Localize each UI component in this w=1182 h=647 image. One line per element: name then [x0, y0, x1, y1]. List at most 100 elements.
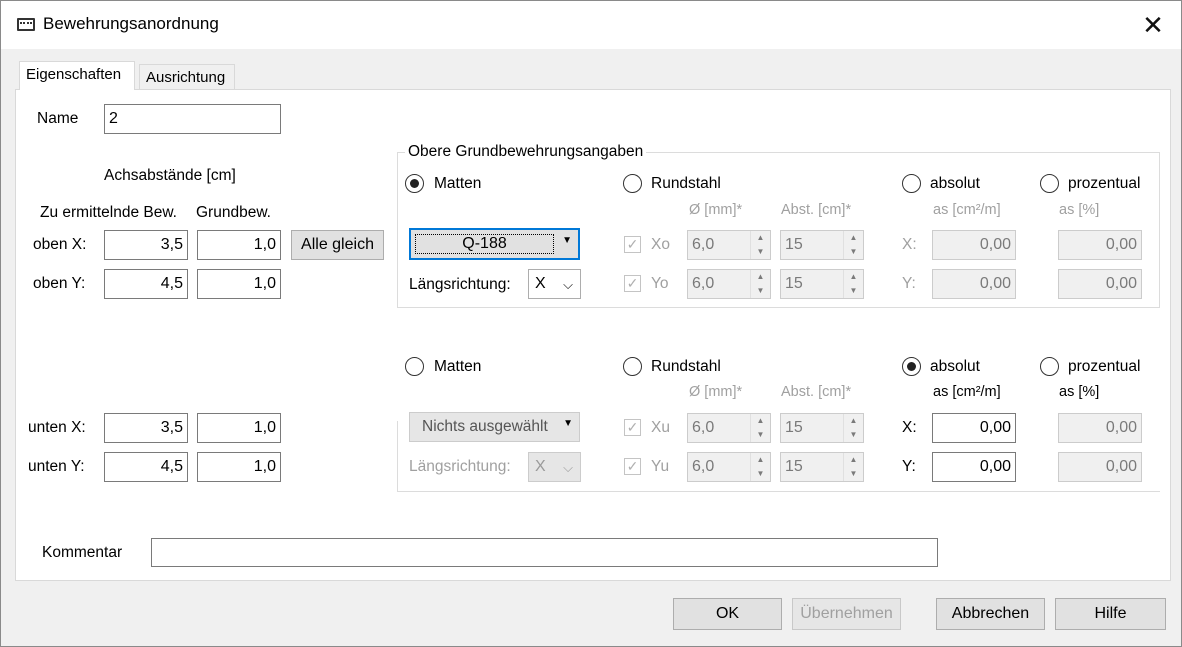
lower-radio-absolut-label: absolut	[930, 358, 980, 375]
upper-laengs-label: Längsrichtung:	[409, 276, 511, 293]
down-arrow-icon[interactable]: ▼	[751, 467, 770, 481]
upper-xo-d-value: 6,0	[692, 236, 715, 253]
lower-header-as-pct: as [%]	[1059, 384, 1100, 400]
col-header-grundbew: Grundbew.	[196, 204, 271, 221]
up-arrow-icon[interactable]: ▲	[751, 414, 770, 428]
row-label-oben-x: oben X:	[33, 236, 87, 253]
achsabstaende-label: Achsabstände [cm]	[104, 167, 236, 184]
upper-radio-matten[interactable]	[405, 174, 424, 193]
check-icon: ✓	[626, 275, 639, 291]
upper-header-as-pct: as [%]	[1059, 202, 1100, 218]
upper-laengs-value: X	[535, 275, 546, 292]
upper-yo-label: Yo	[651, 275, 669, 292]
lower-yu-abst-value: 15	[785, 458, 803, 475]
unten-y-grund-input[interactable]: 1,0	[197, 452, 281, 482]
upper-yo-checkbox[interactable]: ✓	[624, 275, 641, 292]
tab-eigenschaften[interactable]: Eigenschaften	[19, 61, 135, 90]
upper-yo-d-spinner[interactable]: 6,0 ▲ ▼	[687, 269, 771, 299]
up-arrow-icon[interactable]: ▲	[844, 231, 863, 245]
uebernehmen-button[interactable]: Übernehmen	[792, 598, 901, 630]
lower-yu-abst-spinner[interactable]: 15 ▲ ▼	[780, 452, 864, 482]
upper-matten-combo[interactable]: Q-188 ▼	[409, 228, 580, 260]
tab-ausrichtung[interactable]: Ausrichtung	[139, 64, 235, 90]
down-arrow-icon[interactable]: ▼	[844, 284, 863, 298]
col-header-zu-ermittelnde: Zu ermittelnde Bew.	[40, 204, 177, 221]
lower-xu-d-spinner[interactable]: 6,0 ▲ ▼	[687, 413, 771, 443]
lower-radio-matten[interactable]	[405, 357, 424, 376]
row-label-oben-y: oben Y:	[33, 275, 86, 292]
lower-yu-d-value: 6,0	[692, 458, 715, 475]
unten-y-bew-input[interactable]: 4,5	[104, 452, 188, 482]
upper-y-axis-label: Y:	[902, 275, 916, 292]
upper-radio-prozentual[interactable]	[1040, 174, 1059, 193]
lower-header-abst: Abst. [cm]*	[781, 384, 852, 400]
unten-x-bew-input[interactable]: 3,5	[104, 413, 188, 443]
close-button[interactable]: ✕	[1131, 5, 1175, 45]
upper-xo-abst-spinner[interactable]: 15 ▲ ▼	[780, 230, 864, 260]
lower-yu-d-spinner[interactable]: 6,0 ▲ ▼	[687, 452, 771, 482]
up-arrow-icon[interactable]: ▲	[751, 231, 770, 245]
upper-y-abs-input[interactable]: 0,00	[932, 269, 1016, 299]
upper-radio-rundstahl-label: Rundstahl	[651, 175, 721, 192]
upper-yo-abst-spinner[interactable]: 15 ▲ ▼	[780, 269, 864, 299]
hilfe-button[interactable]: Hilfe	[1055, 598, 1166, 630]
oben-x-bew-input[interactable]: 3,5	[104, 230, 188, 260]
down-arrow-icon[interactable]: ▼	[751, 284, 770, 298]
upper-xo-abst-value: 15	[785, 236, 803, 253]
lower-matten-combo[interactable]: Nichts ausgewählt ▼	[409, 412, 580, 442]
lower-radio-absolut[interactable]	[902, 357, 921, 376]
upper-laengs-dropdown[interactable]: X ⌵	[528, 269, 581, 299]
upper-xo-d-spinner[interactable]: 6,0 ▲ ▼	[687, 230, 771, 260]
upper-radio-rundstahl[interactable]	[623, 174, 642, 193]
window-icon	[17, 18, 35, 31]
upper-radio-absolut[interactable]	[902, 174, 921, 193]
upper-x-abs-input[interactable]: 0,00	[932, 230, 1016, 260]
upper-y-pct-input[interactable]: 0,00	[1058, 269, 1142, 299]
oben-y-bew-input[interactable]: 4,5	[104, 269, 188, 299]
window-title: Bewehrungsanordnung	[43, 14, 219, 33]
down-arrow-icon[interactable]: ▼	[844, 245, 863, 259]
down-arrow-icon[interactable]: ▼	[844, 428, 863, 442]
lower-y-abs-input[interactable]: 0,00	[932, 452, 1016, 482]
kommentar-input[interactable]	[151, 538, 938, 567]
lower-laengs-value: X	[535, 458, 546, 475]
down-arrow-icon[interactable]: ▼	[751, 428, 770, 442]
lower-xu-label: Xu	[651, 419, 670, 436]
oben-x-grund-input[interactable]: 1,0	[197, 230, 281, 260]
lower-x-pct-input[interactable]: 0,00	[1058, 413, 1142, 443]
lower-radio-prozentual[interactable]	[1040, 357, 1059, 376]
ok-button[interactable]: OK	[673, 598, 782, 630]
upper-xo-checkbox[interactable]: ✓	[624, 236, 641, 253]
lower-y-pct-input[interactable]: 0,00	[1058, 452, 1142, 482]
upper-x-pct-input[interactable]: 0,00	[1058, 230, 1142, 260]
name-input[interactable]: 2	[104, 104, 281, 134]
caret-down-icon: ▼	[563, 418, 573, 429]
lower-xu-checkbox[interactable]: ✓	[624, 419, 641, 436]
kommentar-label: Kommentar	[42, 544, 123, 561]
check-icon: ✓	[626, 458, 639, 474]
abbrechen-button[interactable]: Abbrechen	[936, 598, 1045, 630]
lower-radio-prozentual-label: prozentual	[1068, 358, 1141, 375]
lower-laengs-label: Längsrichtung:	[409, 458, 511, 475]
lower-x-abs-input[interactable]: 0,00	[932, 413, 1016, 443]
row-label-unten-y: unten Y:	[28, 458, 85, 475]
down-arrow-icon[interactable]: ▼	[844, 467, 863, 481]
lower-x-axis-label: X:	[902, 419, 917, 436]
up-arrow-icon[interactable]: ▲	[844, 414, 863, 428]
lower-radio-rundstahl-label: Rundstahl	[651, 358, 721, 375]
up-arrow-icon[interactable]: ▲	[844, 453, 863, 467]
unten-x-grund-input[interactable]: 1,0	[197, 413, 281, 443]
down-arrow-icon[interactable]: ▼	[751, 245, 770, 259]
alle-gleich-button[interactable]: Alle gleich	[291, 230, 384, 260]
lower-laengs-dropdown[interactable]: X ⌵	[528, 452, 581, 482]
up-arrow-icon[interactable]: ▲	[844, 270, 863, 284]
lower-header-d: Ø [mm]*	[689, 384, 743, 400]
upper-radio-matten-label: Matten	[434, 175, 482, 192]
lower-xu-abst-spinner[interactable]: 15 ▲ ▼	[780, 413, 864, 443]
lower-radio-rundstahl[interactable]	[623, 357, 642, 376]
upper-radio-prozentual-label: prozentual	[1068, 175, 1141, 192]
oben-y-grund-input[interactable]: 1,0	[197, 269, 281, 299]
up-arrow-icon[interactable]: ▲	[751, 453, 770, 467]
up-arrow-icon[interactable]: ▲	[751, 270, 770, 284]
lower-yu-checkbox[interactable]: ✓	[624, 458, 641, 475]
